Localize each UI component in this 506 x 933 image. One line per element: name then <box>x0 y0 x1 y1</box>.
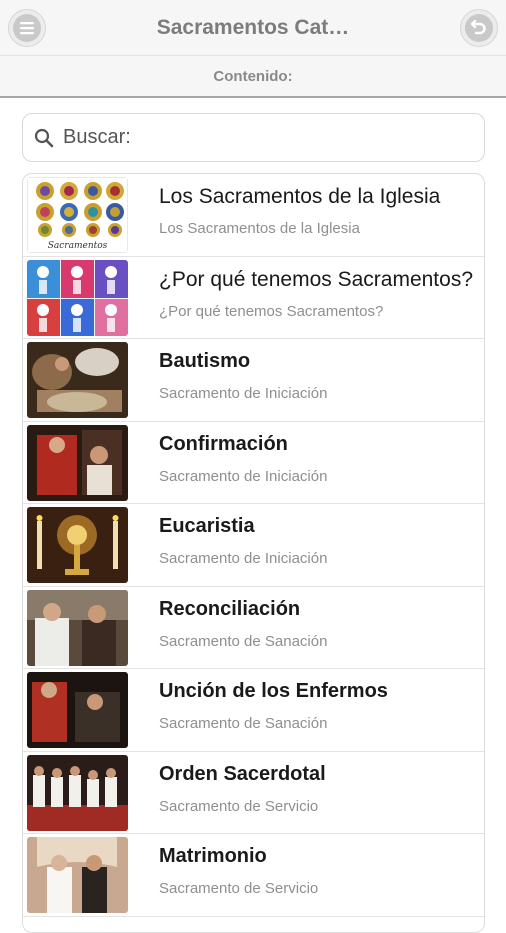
search-bar[interactable] <box>22 113 485 162</box>
item-subtitle: Sacramento de Iniciación <box>159 467 328 485</box>
item-subtitle: Los Sacramentos de la Iglesia <box>159 220 360 237</box>
sacrament-list: Sacramentos Los Sacramentos de la Iglesi… <box>22 173 485 933</box>
list-item-matrimonio[interactable]: Matrimonio Sacramento de Servicio <box>23 834 484 917</box>
menu-button[interactable] <box>8 9 46 47</box>
item-subtitle: ¿Por qué tenemos Sacramentos? <box>159 302 384 320</box>
item-title: Bautismo <box>159 350 251 372</box>
back-arrow-icon <box>470 19 486 35</box>
item-title: Confirmación <box>159 432 288 455</box>
item-title: Matrimonio <box>159 845 267 867</box>
item-title: Reconciliación <box>159 597 301 620</box>
item-title: Los Sacramentos de la Iglesia <box>159 185 441 208</box>
item-subtitle: Sacramento de Servicio <box>159 880 319 897</box>
thumbnail-caption: Sacramentos <box>48 241 108 251</box>
thumbnail-image <box>27 259 128 336</box>
list-item-bautismo[interactable]: Bautismo Sacramento de Iniciación <box>23 339 484 422</box>
search-input[interactable] <box>63 126 463 149</box>
item-title: Unción de los Enfermos <box>159 680 388 702</box>
app-header: Sacramentos Cat… <box>0 0 506 56</box>
list-item-confirmacion[interactable]: Confirmación Sacramento de Iniciación <box>23 422 484 504</box>
thumbnail-image <box>27 837 128 913</box>
item-title: Eucaristia <box>159 515 255 537</box>
section-label: Contenido: <box>0 56 506 98</box>
thumbnail-image: Sacramentos <box>27 177 128 253</box>
list-item-sacramentos-iglesia[interactable]: Sacramentos Los Sacramentos de la Iglesi… <box>23 174 484 257</box>
item-title: Orden Sacerdotal <box>159 762 326 785</box>
item-subtitle: Sacramento de Sanación <box>159 632 328 650</box>
thumbnail-image <box>27 672 128 748</box>
back-button[interactable] <box>460 9 498 47</box>
list-item-orden-sacerdotal[interactable]: Orden Sacerdotal Sacramento de Servicio <box>23 752 484 834</box>
thumbnail-image <box>27 342 128 418</box>
menu-icon <box>20 22 34 35</box>
page-title: Sacramentos Cat… <box>156 16 350 39</box>
item-subtitle: Sacramento de Iniciación <box>159 550 328 567</box>
thumbnail-image <box>27 754 128 831</box>
item-subtitle: Sacramento de Sanación <box>159 715 328 732</box>
thumbnail-image <box>27 589 128 666</box>
thumbnail-image <box>27 424 128 501</box>
thumbnail-image <box>27 507 128 583</box>
list-item-por-que-sacramentos[interactable]: ¿Por qué tenemos Sacramentos? ¿Por qué t… <box>23 257 484 339</box>
item-subtitle: Sacramento de Iniciación <box>159 385 328 402</box>
list-item-eucaristia[interactable]: Eucaristia Sacramento de Iniciación <box>23 504 484 587</box>
item-title: ¿Por qué tenemos Sacramentos? <box>159 267 473 291</box>
search-icon <box>34 128 54 147</box>
item-subtitle: Sacramento de Servicio <box>159 797 319 815</box>
list-item-uncion-enfermos[interactable]: Unción de los Enfermos Sacramento de San… <box>23 669 484 752</box>
list-item-reconciliacion[interactable]: Reconciliación Sacramento de Sanación <box>23 587 484 669</box>
